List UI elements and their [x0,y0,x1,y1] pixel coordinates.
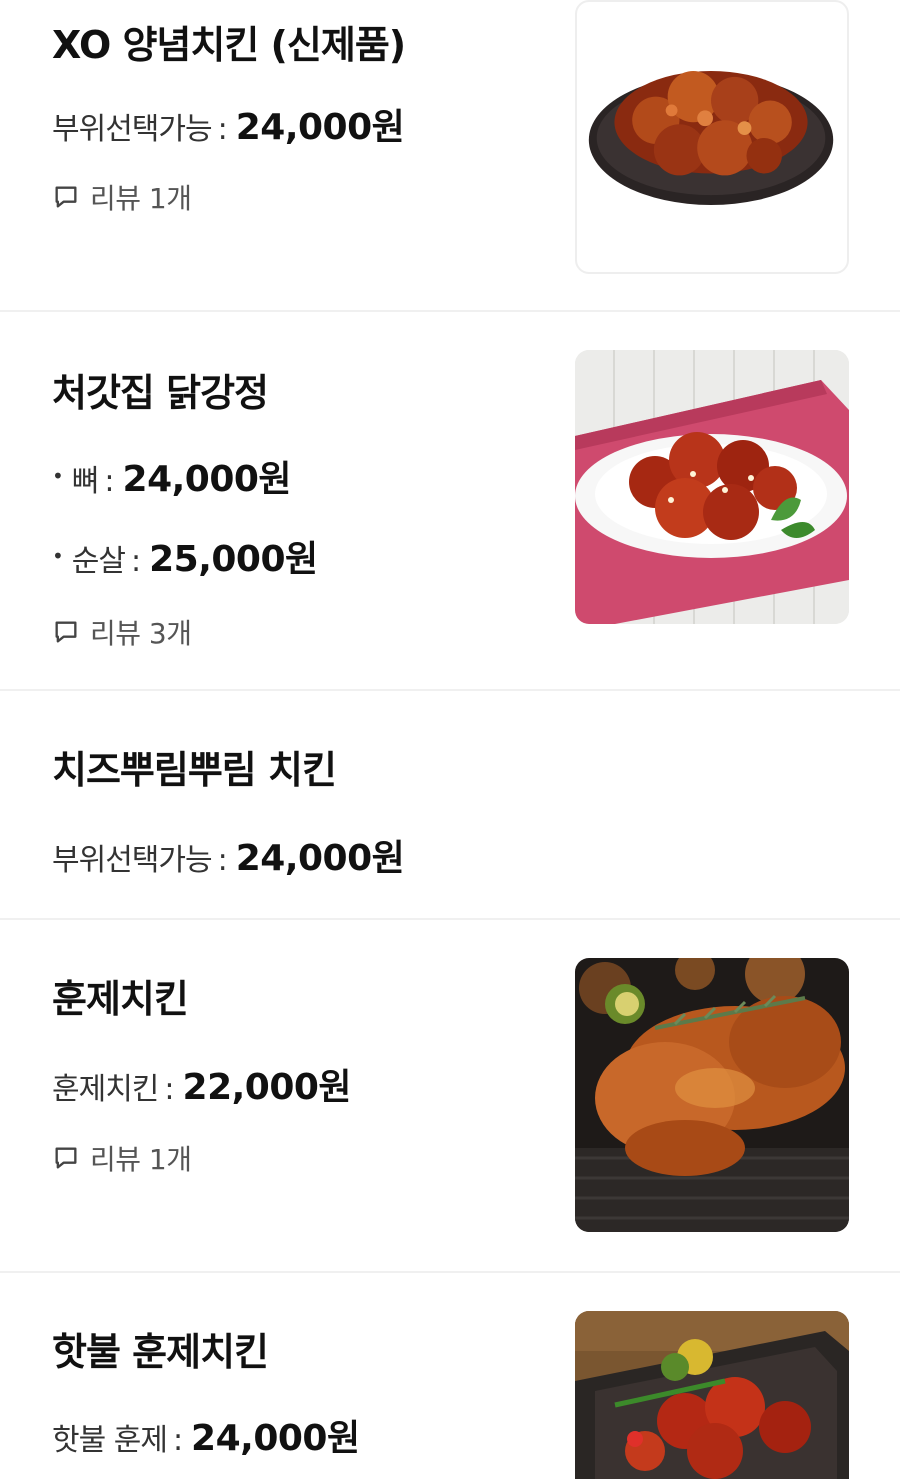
chicken-photo [575,958,849,1232]
price-row: 훈제치킨 : 22,000원 [52,1058,352,1110]
price-value: 25,000원 [149,539,318,580]
menu-item[interactable]: 핫불 훈제치킨 핫불 훈제 : 24,000원 [0,1273,900,1479]
price-separator: : [217,112,228,147]
item-name: XO 양념치킨 (신제품) [52,23,406,67]
item-name: 훈제치킨 [52,977,189,1021]
price-value: 24,000원 [235,107,405,148]
menu-item[interactable]: 치즈뿌림뿌림 치킨 부위선택가능 : 24,000원 [0,691,900,920]
review-count: 리뷰 3개 [90,617,192,650]
menu-item[interactable]: 처갓집 닭강정 • 뼈 : 24,000원 • 순살 : 25,000원 리뷰 … [0,312,900,691]
menu-item-image[interactable] [575,0,849,274]
chicken-photo [588,70,834,205]
review-link[interactable]: 리뷰 1개 [52,177,192,217]
chicken-photo [575,350,849,624]
price-label: 순살 [71,544,126,579]
price-label: 부위선택가능 [52,112,213,147]
menu-item-image[interactable] [575,350,849,624]
review-count: 리뷰 1개 [90,182,192,215]
menu-item[interactable]: 훈제치킨 훈제치킨 : 22,000원 리뷰 1개 [0,920,900,1273]
price-row: • 뼈 : 24,000원 [52,450,292,502]
menu-item-image[interactable] [575,958,849,1232]
price-label: 훈제치킨 [52,1072,159,1107]
price-separator: : [217,843,228,878]
item-name: 치즈뿌림뿌림 치킨 [52,748,337,792]
price-value: 24,000원 [122,459,292,500]
price-separator: : [164,1072,175,1107]
item-name: 처갓집 닭강정 [52,371,269,415]
price-row: 부위선택가능 : 24,000원 [52,98,405,150]
review-count: 리뷰 1개 [90,1143,192,1176]
price-value: 24,000원 [191,1418,360,1459]
review-link[interactable]: 리뷰 1개 [52,1138,192,1178]
price-label: 부위선택가능 [52,843,213,878]
chicken-photo [575,1311,849,1479]
price-row: 부위선택가능 : 24,000원 [52,829,405,881]
price-label: 뼈 [71,464,100,499]
menu-item[interactable]: XO 양념치킨 (신제품) 부위선택가능 : 24,000원 리뷰 1개 [0,0,900,312]
price-separator: : [131,544,142,579]
price-value: 24,000원 [235,838,405,879]
speech-bubble-icon [55,1147,77,1169]
menu-list: XO 양념치킨 (신제품) 부위선택가능 : 24,000원 리뷰 1개 처갓집… [0,0,900,1479]
review-link[interactable]: 리뷰 3개 [52,612,192,652]
price-separator: : [172,1423,184,1458]
price-label: 핫불 훈제 [52,1423,168,1458]
speech-bubble-icon [55,621,77,643]
price-value: 22,000원 [182,1067,352,1108]
price-row: 핫불 훈제 : 24,000원 [52,1409,360,1461]
item-name: 핫불 훈제치킨 [52,1330,269,1374]
bullet: • [52,544,64,568]
bullet: • [52,464,64,488]
price-separator: : [104,464,115,499]
price-row: • 순살 : 25,000원 [52,530,318,582]
menu-item-image[interactable] [575,1311,849,1479]
speech-bubble-icon [55,186,77,208]
